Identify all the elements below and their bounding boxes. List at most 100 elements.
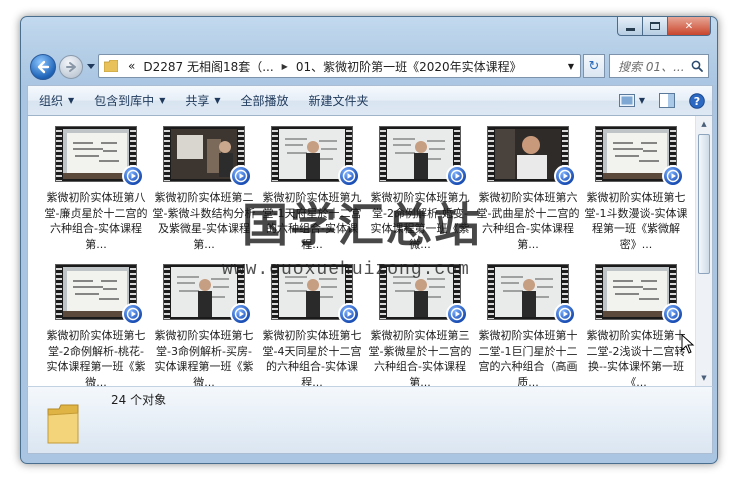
include-in-library-menu[interactable]: 包含到库中 ▼ xyxy=(83,86,174,115)
file-name: 紫微初阶实体班第十二堂-1巨门星於十二宫的六种组合（高画质... xyxy=(478,329,578,386)
file-item[interactable]: 紫微初阶实体班第七堂-4天同星於十二宫的六种组合-实体课程... xyxy=(258,264,366,386)
file-item[interactable]: 紫微初阶实体班第九堂-1天府星於十二宫的六种组合-实体课程... xyxy=(258,126,366,254)
file-item[interactable]: 紫微初阶实体班第七堂-2命例解析-桃花-实体课程第一班《紫微... xyxy=(42,264,150,386)
details-pane: 24 个对象 xyxy=(27,386,713,454)
filmstrip-edge xyxy=(596,127,602,181)
file-item[interactable]: 紫微初阶实体班第十二堂-2浅谈十二宫转换--实体课怀第一班《... xyxy=(582,264,690,386)
back-button[interactable] xyxy=(30,54,56,80)
breadcrumb-separator-icon[interactable]: ▶ xyxy=(278,62,292,71)
close-button[interactable]: ✕ xyxy=(668,17,711,36)
scroll-down-button[interactable]: ▼ xyxy=(696,370,712,386)
video-frame xyxy=(495,267,561,317)
file-name: 紫微初阶实体班第七堂-1斗数漫谈-实体课程第一班《紫微解密》... xyxy=(584,191,688,251)
file-item[interactable]: 紫微初阶实体班第三堂-紫微星於十二宫的六种组合-实体课程第... xyxy=(366,264,474,386)
file-item[interactable]: 紫微初阶实体班第六堂-武曲星於十二宫的六种组合-实体课程第... xyxy=(474,126,582,254)
share-menu[interactable]: 共享 ▼ xyxy=(174,86,229,115)
media-player-icon xyxy=(230,303,252,325)
file-name: 紫微初阶实体班第九堂-1天府星於十二宫的六种组合-实体课程... xyxy=(262,191,362,251)
video-thumbnail[interactable] xyxy=(595,126,684,187)
breadcrumb-overflow[interactable]: « xyxy=(124,59,139,73)
view-icon xyxy=(618,94,635,107)
address-bar[interactable]: « D2287 无相阁18套（... ▶ 01、紫微初阶第一班《2020年实体课… xyxy=(98,54,581,78)
folder-icon xyxy=(47,404,79,444)
video-thumbnail[interactable] xyxy=(55,126,144,187)
forward-button[interactable] xyxy=(59,55,83,79)
video-thumbnail[interactable] xyxy=(595,264,684,325)
media-player-icon xyxy=(338,303,360,325)
preview-pane-button[interactable] xyxy=(652,86,682,115)
refresh-icon: ↻ xyxy=(588,58,600,74)
help-icon: ? xyxy=(689,92,705,109)
video-frame xyxy=(603,129,669,179)
file-item[interactable]: 紫微初阶实体班第八堂-廉贞星於十二宫的六种组合-实体课程第... xyxy=(42,126,150,254)
filmstrip-edge xyxy=(164,127,170,181)
file-name: 紫微初阶实体班第十二堂-2浅谈十二宫转换--实体课怀第一班《... xyxy=(586,329,686,386)
filmstrip-edge xyxy=(56,265,62,319)
scroll-thumb[interactable] xyxy=(698,134,710,274)
file-item[interactable]: 紫微初阶实体班第七堂-3命例解析-买房-实体课程第一班《紫微... xyxy=(150,264,258,386)
video-frame xyxy=(387,267,453,317)
search-icon[interactable] xyxy=(691,60,703,72)
media-player-icon xyxy=(662,165,684,187)
search-input[interactable]: 搜索 01、... xyxy=(609,54,709,78)
video-frame xyxy=(495,129,561,179)
video-frame xyxy=(603,267,669,317)
video-thumbnail[interactable] xyxy=(487,264,576,325)
video-thumbnail[interactable] xyxy=(271,126,360,187)
file-item[interactable]: 紫微初阶实体班第十二堂-1巨门星於十二宫的六种组合（高画质... xyxy=(474,264,582,386)
scroll-up-button[interactable]: ▲ xyxy=(696,116,712,132)
chevron-down-icon: ▼ xyxy=(159,96,166,105)
item-count: 24 个对象 xyxy=(111,393,167,407)
organize-label: 组织 xyxy=(39,94,64,108)
video-thumbnail[interactable] xyxy=(379,126,468,187)
file-item[interactable]: 紫微初阶实体班第九堂-2命例解析-婚变-实体课程第一班《紫微... xyxy=(366,126,474,254)
file-item[interactable]: 紫微初阶实体班第七堂-1斗数漫谈-实体课程第一班《紫微解密》... xyxy=(582,126,690,254)
new-folder-button[interactable]: 新建文件夹 xyxy=(298,86,378,115)
video-thumbnail[interactable] xyxy=(55,264,144,325)
include-in-library-label: 包含到库中 xyxy=(94,94,155,108)
minimize-icon xyxy=(625,27,635,31)
file-name: 紫微初阶实体班第八堂-廉贞星於十二宫的六种组合-实体课程第... xyxy=(44,191,148,251)
file-name: 紫微初阶实体班第七堂-3命例解析-买房-实体课程第一班《紫微... xyxy=(154,329,254,386)
mouse-cursor-icon xyxy=(681,334,695,354)
minimize-button[interactable] xyxy=(617,17,643,36)
video-frame xyxy=(171,267,237,317)
filmstrip-edge xyxy=(56,127,62,181)
media-player-icon xyxy=(338,165,360,187)
video-thumbnail[interactable] xyxy=(487,126,576,187)
maximize-icon xyxy=(650,22,660,30)
play-all-button[interactable]: 全部播放 xyxy=(230,86,298,115)
maximize-button[interactable] xyxy=(643,17,668,36)
breadcrumb-current-folder[interactable]: 01、紫微初阶第一班《2020年实体课程》 xyxy=(292,58,526,75)
chevron-down-icon xyxy=(86,64,95,69)
video-frame xyxy=(387,129,453,179)
filmstrip-edge xyxy=(272,127,278,181)
address-dropdown-button[interactable]: ▼ xyxy=(562,62,580,71)
file-grid: 紫微初阶实体班第八堂-廉贞星於十二宫的六种组合-实体课程第... 紫微初阶实体班第… xyxy=(42,126,692,386)
video-thumbnail[interactable] xyxy=(163,126,252,187)
video-frame xyxy=(279,267,345,317)
filmstrip-edge xyxy=(164,265,170,319)
file-item[interactable]: 紫微初阶实体班第二堂-紫微斗数结构分析及紫微星-实体课程第... xyxy=(150,126,258,254)
folder-icon xyxy=(104,60,118,72)
organize-menu[interactable]: 组织 ▼ xyxy=(28,86,83,115)
search-placeholder: 搜索 01、... xyxy=(618,59,685,74)
video-thumbnail[interactable] xyxy=(163,264,252,325)
change-view-button[interactable]: ▼ xyxy=(612,86,652,115)
svg-text:?: ? xyxy=(694,95,700,108)
play-all-label: 全部播放 xyxy=(240,94,289,108)
file-name: 紫微初阶实体班第三堂-紫微星於十二宫的六种组合-实体课程第... xyxy=(368,329,472,386)
chevron-down-icon: ▼ xyxy=(214,96,221,105)
forward-arrow-icon xyxy=(66,62,76,72)
media-player-icon xyxy=(122,303,144,325)
share-label: 共享 xyxy=(185,94,210,108)
filmstrip-edge xyxy=(488,127,494,181)
help-button[interactable]: ? xyxy=(682,86,712,115)
video-thumbnail[interactable] xyxy=(271,264,360,325)
media-player-icon xyxy=(446,165,468,187)
recent-pages-button[interactable] xyxy=(85,61,96,73)
video-thumbnail[interactable] xyxy=(379,264,468,325)
vertical-scrollbar[interactable]: ▲ ▼ xyxy=(695,116,712,386)
refresh-button[interactable]: ↻ xyxy=(583,54,605,78)
breadcrumb-parent-folder[interactable]: D2287 无相阁18套（... xyxy=(139,58,277,75)
